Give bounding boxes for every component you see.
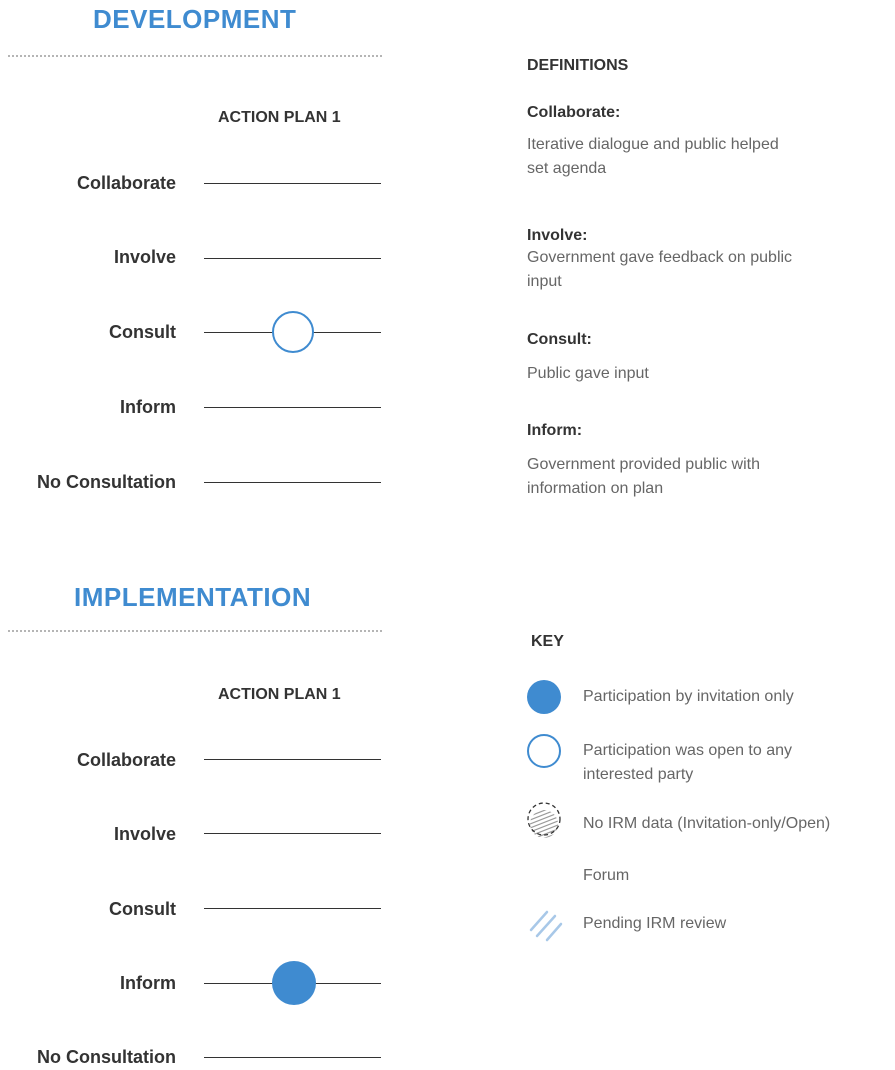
definition-term-inform: Inform: <box>527 422 583 439</box>
key-label-open: Participation was open to any interested… <box>583 742 793 783</box>
dashed-circle-icon <box>527 802 561 836</box>
implementation-line-involve <box>204 833 381 834</box>
implementation-line-collaborate <box>204 759 381 760</box>
development-open-circle-marker <box>272 311 314 353</box>
key-heading: KEY <box>531 633 564 650</box>
key-label-pending-review: Pending IRM review <box>583 915 727 932</box>
implementation-level-no-consultation: No Consultation <box>37 1047 176 1067</box>
development-level-no-consultation: No Consultation <box>37 472 176 492</box>
definition-term-collaborate: Collaborate: <box>527 104 621 121</box>
implementation-line-consult <box>204 908 381 909</box>
implementation-line-no-consultation <box>204 1057 381 1058</box>
definition-text-involve: Government gave feedback on public input <box>527 249 793 290</box>
development-level-consult: Consult <box>109 322 176 342</box>
development-divider <box>8 55 382 57</box>
implementation-plan-label: ACTION PLAN 1 <box>218 686 341 703</box>
development-line-involve <box>204 258 381 259</box>
development-level-involve: Involve <box>113 247 176 267</box>
implementation-title: IMPLEMENTATION <box>74 582 312 612</box>
implementation-level-involve: Involve <box>113 824 176 844</box>
filled-circle-icon <box>527 680 561 714</box>
development-title: DEVELOPMENT <box>93 4 297 34</box>
definition-text-collaborate: Iterative dialogue and public helped set… <box>527 136 779 177</box>
key-label-forum: Forum <box>583 867 630 884</box>
definition-term-involve: Involve: <box>527 227 588 244</box>
development-line-collaborate <box>204 183 381 184</box>
definition-text-inform: Government provided public with informat… <box>527 456 761 497</box>
implementation-level-collaborate: Collaborate <box>76 750 176 770</box>
definitions-heading: DEFINITIONS <box>527 57 629 74</box>
implementation-level-consult: Consult <box>109 899 176 919</box>
definition-text-consult: Public gave input <box>527 365 649 382</box>
development-level-collaborate: Collaborate <box>76 173 176 193</box>
implementation-divider <box>8 630 382 632</box>
development-line-no-consultation <box>204 482 381 483</box>
development-plan-label: ACTION PLAN 1 <box>218 109 341 126</box>
implementation-filled-circle-marker <box>272 961 316 1005</box>
key-label-invitation-only: Participation by invitation only <box>583 688 794 705</box>
key-label-no-irm-data: No IRM data (Invitation-only/Open) <box>583 815 831 832</box>
implementation-level-inform: Inform <box>120 973 176 993</box>
definition-term-consult: Consult: <box>527 331 592 348</box>
striped-circle-icon <box>529 910 563 942</box>
development-line-inform <box>204 407 381 408</box>
development-level-inform: Inform <box>120 397 176 417</box>
